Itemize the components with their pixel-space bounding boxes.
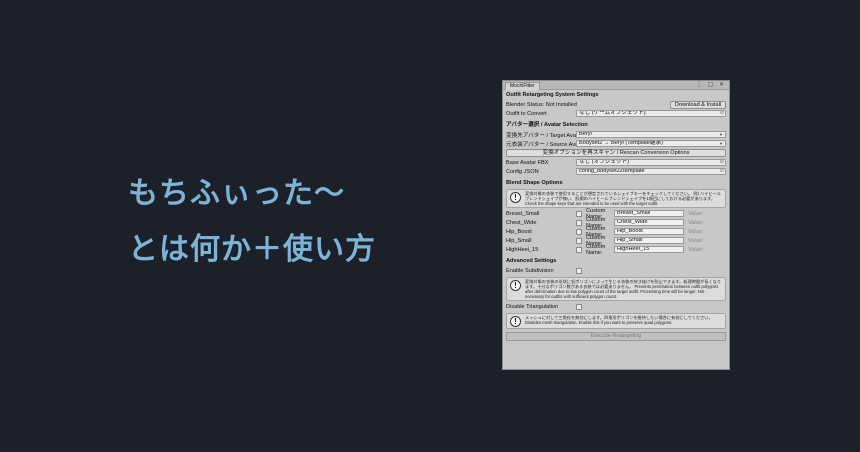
blend-shape-row: Hip_Small Custom Name: Hip_Small Value: <box>506 235 726 247</box>
blend-shape-header: Blend Shape Options <box>506 180 563 186</box>
config-label: Config JSON <box>506 168 539 175</box>
blend-shape-name: HighHeel_15 <box>506 246 539 253</box>
custom-name-label: Custom Name: <box>586 243 606 256</box>
custom-name-input[interactable]: HighHeel_15 <box>614 246 684 253</box>
blend-shape-name: Hip_Boost <box>506 228 532 235</box>
warning-icon: ! <box>510 280 521 291</box>
blend-shape-checkbox[interactable] <box>576 237 582 244</box>
subdivision-checkbox[interactable] <box>576 268 582 274</box>
download-install-button[interactable]: Download & Install <box>670 100 726 109</box>
subdivision-help-text: 変換対象の衣装の形状に低ポリゴンによって生じる衣装の突き抜けを防止できます。処理… <box>525 279 722 299</box>
avatar-selection-header: アバター選択 / Avatar Selection <box>506 122 588 128</box>
blend-shape-row: Hip_Boost Custom Name: Hip_Boost Value: <box>506 226 726 238</box>
custom-name-input[interactable]: Hip_Boost <box>614 228 684 235</box>
source-avatar-row: 元衣装アバター / Source Avatar Bodyset2 → Beryl… <box>506 139 726 148</box>
window-tab[interactable]: MochiFitter <box>505 82 540 90</box>
target-avatar-label: 変換先アバター / Target Avatar <box>506 132 576 139</box>
system-settings-header: Outfit Retargeting System Settings <box>506 92 599 98</box>
triangulation-help-text: メッシュに対して三角化を無効にします。四角形ポリゴンを維持したい場合に有効にして… <box>525 315 713 325</box>
dropdown-arrow-icon: ▼ <box>719 141 723 146</box>
fbx-value: なし (オブジェクト) <box>579 159 630 165</box>
source-avatar-dropdown[interactable]: Bodyset2 → Beryl (Template継承) ▼ <box>576 140 726 147</box>
fbx-row: Base Avatar FBX なし (オブジェクト) ⊙ <box>506 158 726 167</box>
source-avatar-label: 元衣装アバター / Source Avatar <box>506 141 576 148</box>
triangulation-label: Disable Triangulation <box>506 304 559 310</box>
dropdown-arrow-icon: ▼ <box>719 132 723 137</box>
window-content: Outfit Retargeting System Settings Blend… <box>503 90 729 342</box>
blend-shape-name: Breast_Small <box>506 210 540 217</box>
config-row: Config JSON config_bodyset2Ztemplate ⊙ <box>506 167 726 176</box>
subdivision-row: Enable Subdivision <box>506 266 726 276</box>
blend-shape-checkbox[interactable] <box>576 246 582 253</box>
hero-title: もちふぃった〜 とは何か＋使い方 <box>128 166 376 278</box>
outfit-label: Outfit to Convert <box>506 110 547 117</box>
window-controls-icon[interactable]: ⋮ ▢ ✕ <box>696 81 726 90</box>
triangulation-help: ! メッシュに対して三角化を無効にします。四角形ポリゴンを維持したい場合に有効に… <box>506 313 726 329</box>
hero-title-line2: とは何か＋使い方 <box>128 232 376 267</box>
advanced-settings-header: Advanced Settings <box>506 258 557 264</box>
custom-name-input[interactable]: Breast_Small <box>614 210 684 217</box>
object-picker-icon[interactable]: ⊙ <box>720 160 724 165</box>
target-avatar-row: 変換先アバター / Target Avatar Beryl ▼ <box>506 130 726 139</box>
target-avatar-value: Beryl <box>579 131 592 137</box>
object-picker-icon[interactable]: ⊙ <box>720 169 724 174</box>
blend-shape-help-text: 変換対象の衣装で使用することが想定されているシェイプキーをチェックしてください。… <box>525 191 721 206</box>
outfit-field[interactable]: なし (ゲームオブジェクト) ⊙ <box>576 110 726 117</box>
execute-retargeting-button[interactable]: Execute Retargeting <box>506 332 726 341</box>
mochifitter-window: MochiFitter ⋮ ▢ ✕ Outfit Retargeting Sys… <box>502 80 730 370</box>
outfit-value: なし (ゲームオブジェクト) <box>579 110 646 116</box>
target-avatar-dropdown[interactable]: Beryl ▼ <box>576 131 726 138</box>
fbx-label: Base Avatar FBX <box>506 159 549 166</box>
source-avatar-value: Bodyset2 → Beryl (Template継承) <box>579 140 663 146</box>
triangulation-row: Disable Triangulation <box>506 302 726 312</box>
value-label: Value: <box>688 228 704 235</box>
value-label: Value: <box>688 246 704 253</box>
config-field[interactable]: config_bodyset2Ztemplate ⊙ <box>576 168 726 175</box>
object-picker-icon[interactable]: ⊙ <box>720 111 724 116</box>
triangulation-checkbox[interactable] <box>576 304 582 310</box>
blend-shape-name: Chest_Wide <box>506 219 537 226</box>
warning-icon: ! <box>510 316 521 327</box>
subdivision-label: Enable Subdivision <box>506 268 554 274</box>
outfit-row: Outfit to Convert なし (ゲームオブジェクト) ⊙ <box>506 109 726 118</box>
blend-shape-row: HighHeel_15 Custom Name: HighHeel_15 Val… <box>506 243 726 256</box>
fbx-field[interactable]: なし (オブジェクト) ⊙ <box>576 159 726 166</box>
warning-icon: ! <box>510 192 521 203</box>
hero-title-line1: もちふぃった〜 <box>128 176 345 211</box>
subdivision-help: ! 変換対象の衣装の形状に低ポリゴンによって生じる衣装の突き抜けを防止できます。… <box>506 277 726 301</box>
blend-shape-checkbox[interactable] <box>576 219 582 226</box>
blend-shape-checkbox[interactable] <box>576 210 582 217</box>
window-titlebar: MochiFitter ⋮ ▢ ✕ <box>503 81 729 90</box>
blend-shape-name: Hip_Small <box>506 237 532 244</box>
custom-name-input[interactable]: Chest_Wide <box>614 219 684 226</box>
value-label: Value: <box>688 210 704 217</box>
custom-name-input[interactable]: Hip_Small <box>614 237 684 244</box>
rescan-button[interactable]: 変換オプションを再スキャン / Rescan Conversion Option… <box>506 149 726 157</box>
blend-shape-row: Chest_Wide Custom Name: Chest_Wide Value… <box>506 217 726 229</box>
config-value: config_bodyset2Ztemplate <box>579 168 645 174</box>
value-label: Value: <box>688 237 704 244</box>
blend-shape-row: Breast_Small Custom Name: Breast_Small V… <box>506 208 726 220</box>
blend-shape-checkbox[interactable] <box>576 228 582 235</box>
blend-shape-help: ! 変換対象の衣装で使用することが想定されているシェイプキーをチェックしてくださ… <box>506 189 726 208</box>
value-label: Value: <box>688 219 704 226</box>
blender-status-row: Blender Status: Not Installed Download &… <box>506 100 726 109</box>
blender-status-text: Blender Status: Not Installed <box>506 101 577 108</box>
